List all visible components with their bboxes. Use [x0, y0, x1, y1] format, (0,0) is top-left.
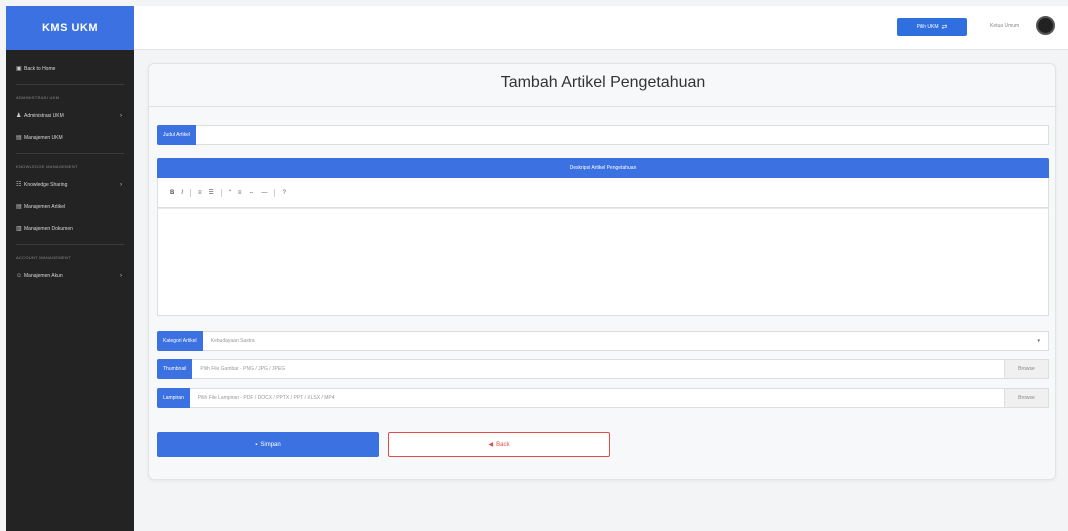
- sidebar-item-label: Administrasi UKM: [24, 113, 64, 119]
- user-name[interactable]: Ketua Umum: [990, 23, 1019, 29]
- toolbar-divider: [190, 188, 192, 197]
- sidebar-item-knowledge-sharing[interactable]: ☷ Knowledge Sharing ›: [6, 174, 134, 196]
- editor-toolbar: B I ≡ ☰ “ ≡ ⇔ — ?: [157, 178, 1049, 208]
- sidebar-item-manajemen-ukm[interactable]: ▤ Manajemen UKM: [6, 127, 134, 149]
- lampiran-file-input[interactable]: Pilih File Lampiran - PDF / DOCX / PPTX …: [189, 388, 1005, 408]
- swap-icon: ⇄: [941, 24, 948, 31]
- sidebar: KMS UKM ▣ Back to Home ADMINISTRASI UKM …: [6, 6, 134, 531]
- sidebar-item-label: Back to Home: [24, 66, 56, 72]
- help-button[interactable]: ?: [282, 190, 285, 196]
- kategori-artikel-label: Kategori Artikel: [157, 331, 203, 351]
- thumbnail-label: Thumbnail: [157, 359, 193, 379]
- page-title: Tambah Artikel Pengetahuan: [500, 74, 706, 91]
- back-arrow-icon: ◀: [488, 442, 494, 448]
- article-form-card: Tambah Artikel Pengetahuan Judul Artikel…: [148, 63, 1057, 480]
- share-icon: ☷: [16, 181, 22, 188]
- align-button[interactable]: ≡: [238, 190, 242, 196]
- home-icon: ▣: [16, 65, 22, 72]
- judul-artikel-label: Judul Artikel: [157, 125, 196, 145]
- document-icon: ▥: [16, 225, 22, 232]
- sidebar-item-label: Manajemen UKM: [24, 135, 63, 141]
- select-ukm-button[interactable]: Pilih UKM ⇄: [897, 18, 967, 36]
- unordered-list-button[interactable]: ☰: [209, 189, 214, 196]
- toolbar-divider: [274, 188, 276, 197]
- select-ukm-label: Pilih UKM: [916, 24, 939, 30]
- topbar: Pilih UKM ⇄ Ketua Umum: [134, 6, 1068, 50]
- editor-header: Deskripsi Artikel Pengetahuan: [157, 158, 1049, 178]
- ordered-list-button[interactable]: ≡: [198, 190, 202, 196]
- save-button[interactable]: ▪ Simpan: [157, 432, 379, 457]
- chevron-down-icon: ▾: [1037, 338, 1040, 344]
- quote-button[interactable]: “: [229, 190, 231, 196]
- brand-logo[interactable]: KMS UKM: [6, 6, 134, 50]
- kategori-artikel-select[interactable]: Kebudayaan Sastra ▾: [202, 331, 1049, 351]
- horizontal-rule-button[interactable]: —: [261, 190, 267, 196]
- italic-button[interactable]: I: [181, 190, 183, 196]
- thumbnail-file-input[interactable]: Pilih File Gambar - PNG / JPG / JPEG: [192, 359, 1005, 379]
- lampiran-group: Lampiran Pilih File Lampiran - PDF / DOC…: [157, 388, 1049, 408]
- save-icon: ▪: [255, 441, 258, 448]
- chevron-right-icon: ›: [120, 113, 122, 119]
- sidebar-heading-knowledge: KNOWLEDGE MANAGEMENT: [16, 163, 78, 169]
- divider: [16, 244, 124, 245]
- sidebar-item-administrasi-ukm[interactable]: ♟ Administrasi UKM ›: [6, 105, 134, 127]
- sidebar-item-label: Manajemen Dokumen: [24, 226, 73, 232]
- sidebar-item-manajemen-artikel[interactable]: ▤ Manajemen Artikel: [6, 196, 134, 218]
- avatar[interactable]: [1036, 16, 1055, 35]
- toolbar-divider: [220, 188, 222, 197]
- thumbnail-group: Thumbnail Pilih File Gambar - PNG / JPG …: [157, 359, 1049, 379]
- users-icon: ♟: [16, 112, 22, 119]
- divider: [149, 106, 1057, 107]
- account-icon: ☺: [16, 272, 23, 279]
- judul-artikel-group: Judul Artikel: [157, 125, 1049, 145]
- back-button[interactable]: ◀ Back: [388, 432, 610, 457]
- sidebar-heading-account: ACCOUNT MANAGEMENT: [16, 254, 71, 260]
- kategori-artikel-value: Kebudayaan Sastra: [210, 338, 255, 344]
- divider: [16, 153, 124, 154]
- thumbnail-browse-button[interactable]: Browse: [1005, 359, 1049, 379]
- sidebar-item-label: Knowledge Sharing: [24, 182, 68, 188]
- chevron-right-icon: ›: [120, 182, 122, 188]
- bold-button[interactable]: B: [170, 190, 174, 196]
- chevron-right-icon: ›: [120, 273, 122, 279]
- list-icon: ▤: [16, 134, 22, 141]
- kategori-artikel-group: Kategori Artikel Kebudayaan Sastra ▾: [157, 331, 1049, 351]
- description-editor[interactable]: [157, 208, 1049, 316]
- sidebar-item-manajemen-dokumen[interactable]: ▥ Manajemen Dokumen: [6, 218, 134, 240]
- judul-artikel-input[interactable]: [195, 125, 1049, 145]
- lampiran-browse-button[interactable]: Browse: [1005, 388, 1049, 408]
- link-button[interactable]: ⇔: [248, 190, 254, 196]
- sidebar-item-manajemen-akun[interactable]: ☺ Manajemen Akun ›: [6, 265, 134, 287]
- sidebar-nav: ▣ Back to Home ADMINISTRASI UKM ♟ Admini…: [6, 50, 134, 287]
- lampiran-label: Lampiran: [157, 388, 190, 408]
- sidebar-item-label: Manajemen Artikel: [24, 204, 66, 210]
- divider: [16, 84, 124, 85]
- sidebar-heading-administrasi: ADMINISTRASI UKM: [16, 94, 60, 100]
- back-button-label: Back: [496, 441, 510, 448]
- article-icon: ▤: [16, 203, 22, 210]
- save-button-label: Simpan: [260, 441, 281, 448]
- sidebar-item-back-to-home[interactable]: ▣ Back to Home: [6, 58, 134, 80]
- sidebar-item-label: Manajemen Akun: [24, 273, 63, 279]
